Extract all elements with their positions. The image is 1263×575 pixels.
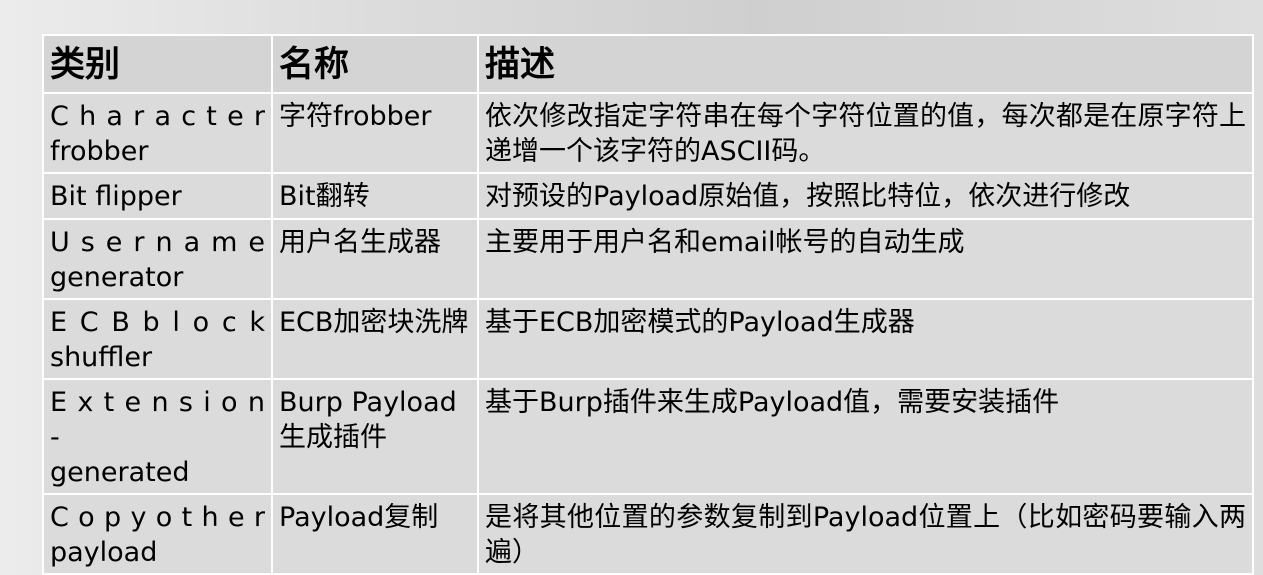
cell-category: E C B b l o c k shuffler	[42, 298, 273, 380]
header-category: 类别	[42, 34, 273, 94]
cell-category: C h a r a c t e r frobber	[42, 92, 273, 174]
cell-description: 主要用于用户名和email帐号的自动生成	[477, 218, 1254, 300]
category-line-2: payload	[50, 537, 158, 568]
payload-types-table-container: 类别 名称 描述 C h a r a c t e r frobber 字符fro…	[42, 34, 1254, 575]
category-line-1: C o p y o t h e r	[50, 502, 265, 533]
cell-name: 用户名生成器	[271, 218, 479, 300]
cell-name: Bit翻转	[271, 172, 479, 220]
header-name: 名称	[271, 34, 479, 94]
category-line-2: frobber	[50, 136, 149, 167]
category-line-1: C h a r a c t e r	[50, 101, 265, 132]
table-row: E C B b l o c k shuffler ECB加密块洗牌 基于ECB加…	[42, 298, 1254, 380]
category-line-2: generated	[50, 457, 190, 488]
cell-description: 是将其他位置的参数复制到Payload位置上（比如密码要输入两遍）	[477, 493, 1254, 575]
cell-name: ECB加密块洗牌	[271, 298, 479, 380]
category-line-2: shuffler	[50, 342, 153, 373]
cell-description: 对预设的Payload原始值，按照比特位，依次进行修改	[477, 172, 1254, 220]
table-header-row: 类别 名称 描述	[42, 34, 1254, 94]
cell-description: 依次修改指定字符串在每个字符位置的值，每次都是在原字符上递增一个该字符的ASCI…	[477, 92, 1254, 174]
category-line-1: Bit flipper	[50, 181, 182, 212]
cell-category: C o p y o t h e r payload	[42, 493, 273, 575]
cell-category: Bit flipper	[42, 172, 273, 220]
cell-description: 基于Burp插件来生成Payload值，需要安装插件	[477, 378, 1254, 495]
cell-category: U s e r n a m e generator	[42, 218, 273, 300]
payload-types-table: 类别 名称 描述 C h a r a c t e r frobber 字符fro…	[42, 34, 1254, 575]
cell-name: 字符frobber	[271, 92, 479, 174]
category-line-1: E C B b l o c k	[50, 307, 265, 338]
table-row: E x t e n s i o n - generated Burp Paylo…	[42, 378, 1254, 495]
category-line-1: E x t e n s i o n -	[50, 387, 265, 453]
cell-name: Burp Payload生成插件	[271, 378, 479, 495]
cell-category: E x t e n s i o n - generated	[42, 378, 273, 495]
table-row: C o p y o t h e r payload Payload复制 是将其他…	[42, 493, 1254, 575]
table-row: U s e r n a m e generator 用户名生成器 主要用于用户名…	[42, 218, 1254, 300]
header-description: 描述	[477, 34, 1254, 94]
table-row: C h a r a c t e r frobber 字符frobber 依次修改…	[42, 92, 1254, 174]
cell-description: 基于ECB加密模式的Payload生成器	[477, 298, 1254, 380]
category-line-1: U s e r n a m e	[50, 227, 265, 258]
category-line-2: generator	[50, 262, 184, 293]
cell-name: Payload复制	[271, 493, 479, 575]
table-row: Bit flipper Bit翻转 对预设的Payload原始值，按照比特位，依…	[42, 172, 1254, 220]
